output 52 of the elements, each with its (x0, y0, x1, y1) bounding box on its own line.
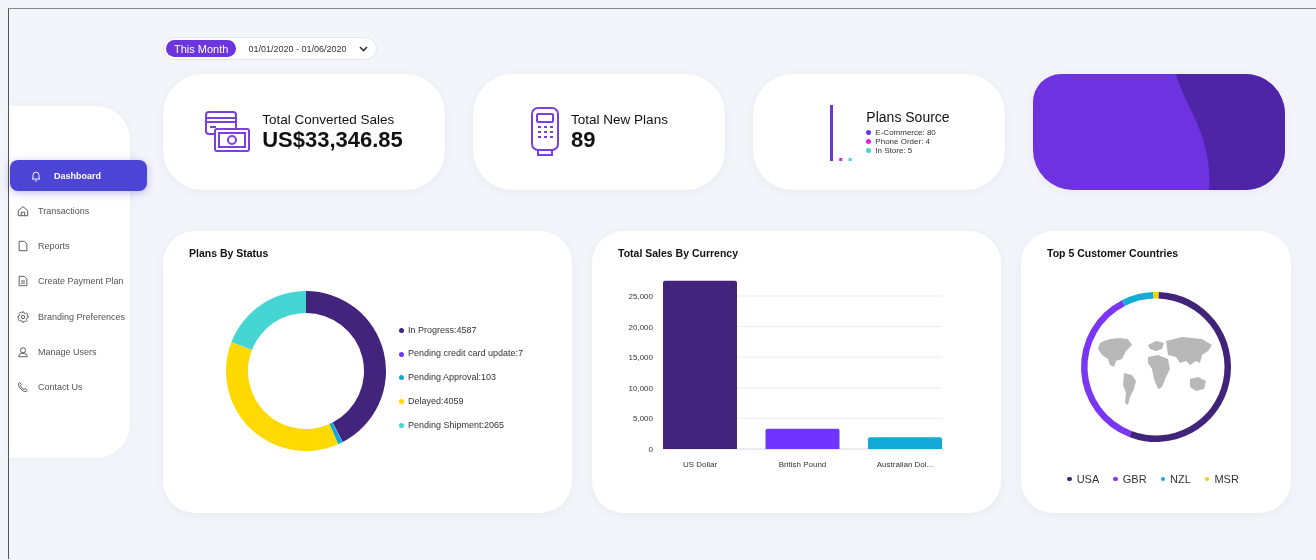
legend-label: Delayed:4059 (408, 395, 464, 408)
card-title: Plans By Status (189, 247, 270, 259)
axis-tick-label: 0 (648, 445, 653, 454)
axis-tick-label: 20,000 (628, 322, 653, 332)
stat-title: Total Converted Sales (262, 111, 396, 127)
axis-tick-label: 10,000 (628, 383, 653, 393)
legend-label: NZL (1170, 473, 1191, 485)
axis-category-label: British Pound (778, 460, 827, 469)
card-terminal-icon (530, 107, 561, 157)
card-title: Top 5 Customer Countries (1047, 247, 1180, 259)
stat-value: US$33,346.85 (262, 126, 403, 153)
sidebar-item[interactable]: Create Payment Plan (9, 265, 146, 297)
legend-label: Phone Order: 4 (875, 137, 931, 146)
sidebar-item[interactable]: Dashboard (10, 160, 147, 191)
source-bar (839, 158, 843, 161)
legend-label: Pending Approval:103 (408, 372, 497, 384)
sidebar-item[interactable]: Contact Us (9, 371, 146, 403)
legend-label: E-Commerce: 80 (875, 128, 936, 137)
stat-value: 89 (571, 126, 597, 153)
axis-category-label: US Dollar (682, 460, 718, 469)
legend-label: GBR (1122, 473, 1147, 485)
cash-card-icon (205, 111, 252, 153)
gear-icon (17, 310, 29, 323)
axis-tick-label: 5,000 (632, 414, 653, 424)
axis-tick-label: 25,000 (628, 292, 653, 301)
document-icon (17, 275, 29, 288)
legend-label: In Progress:4587 (408, 324, 477, 337)
date-range-text: 01/01/2020 - 01/06/2020 (248, 43, 347, 54)
sidebar-item[interactable]: Transactions (9, 195, 146, 227)
axis-category-label: Australian Dol... (876, 460, 934, 469)
card-title: Plans Source (866, 109, 950, 125)
preset-button[interactable]: This Month (166, 40, 237, 57)
source-bar (830, 105, 834, 161)
bell-icon (30, 169, 42, 182)
user-icon (17, 346, 29, 358)
phone-icon (17, 381, 29, 394)
axis-tick-label: 15,000 (628, 353, 653, 363)
legend-label: In Store: 5 (875, 146, 913, 155)
sidebar-item[interactable]: Branding Preferences (9, 301, 146, 333)
home-icon (17, 204, 29, 217)
source-bar (848, 158, 852, 161)
legend-label: Pending Shipment:2065 (408, 419, 505, 432)
legend-label: Pending credit card update:7 (408, 348, 524, 361)
sidebar-item[interactable]: Reports (9, 230, 146, 262)
date-filter[interactable]: This Month 01/01/2020 - 01/06/2020 (163, 37, 377, 60)
stat-title: Total New Plans (571, 111, 668, 127)
chevron-down-icon (358, 45, 368, 52)
card-title: Total Sales By Currency (618, 247, 740, 259)
legend-label: MSR (1214, 473, 1239, 485)
sidebar-item[interactable]: Manage Users (9, 336, 146, 368)
file-icon (17, 240, 29, 253)
legend-label: USA (1076, 473, 1100, 485)
